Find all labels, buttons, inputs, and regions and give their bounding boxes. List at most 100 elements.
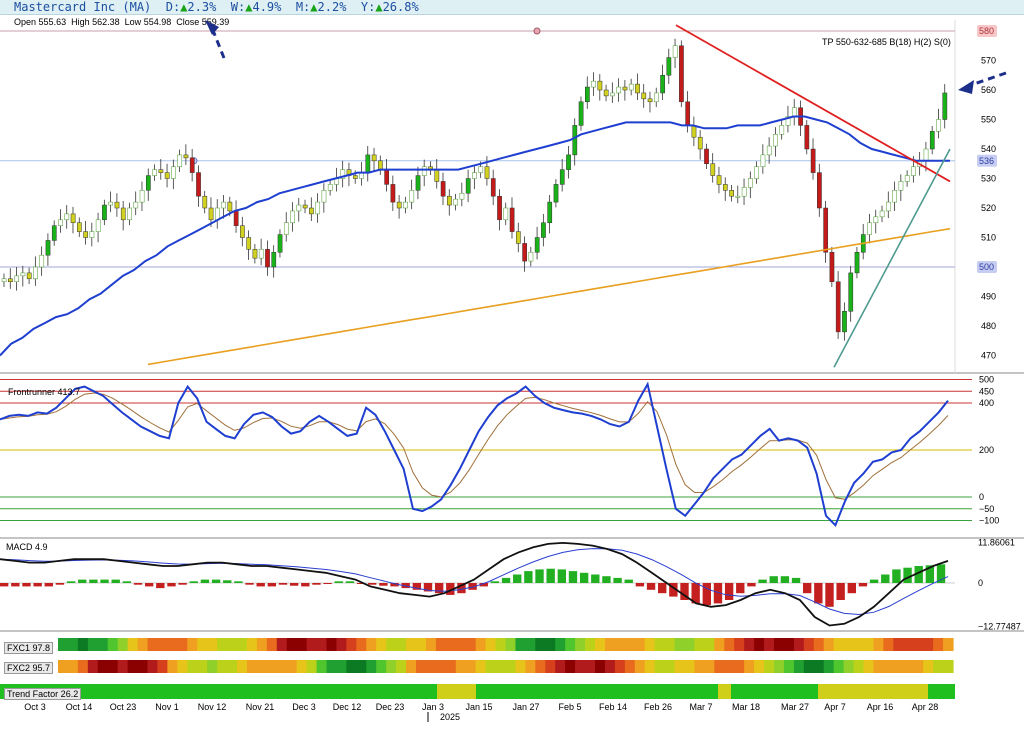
candle-body	[898, 181, 904, 191]
heat-cell	[336, 638, 347, 651]
heat-cell	[833, 638, 845, 651]
macd-bar	[22, 583, 31, 587]
candle-body	[867, 222, 872, 235]
level-marker	[533, 27, 541, 35]
x-axis-tick-label: Mar 7	[689, 702, 712, 712]
heat-cell	[704, 660, 715, 673]
macd-bar	[379, 583, 388, 586]
heat-cell	[77, 638, 89, 651]
candle-body	[177, 154, 183, 167]
candle-body	[779, 125, 785, 135]
price-tick-label: 520	[981, 203, 996, 213]
macd-bar	[524, 571, 533, 583]
macd-bar	[211, 579, 221, 583]
candle-body	[685, 101, 691, 126]
heat-cell	[396, 660, 407, 673]
macd-bar	[44, 583, 53, 587]
heat-cell	[505, 660, 517, 673]
arrow-icon	[958, 80, 974, 94]
heat-cell	[346, 660, 357, 673]
macd-bar	[847, 583, 856, 594]
heat-cell	[147, 638, 159, 651]
macd-tick-label: 11.86061	[978, 538, 1015, 548]
heat-cell	[843, 660, 855, 673]
x-axis-tick-label: Oct 3	[24, 702, 46, 712]
heat-cell	[843, 638, 855, 651]
heat-cell	[97, 660, 109, 673]
candle-body	[641, 92, 647, 100]
macd-label: MACD 4.9	[6, 542, 48, 552]
candle-body	[127, 207, 132, 221]
heat-cell	[187, 638, 198, 651]
heat-cell	[595, 660, 606, 673]
candle-body	[120, 207, 126, 221]
candle-body	[58, 219, 63, 226]
x-axis-tick-label: Mar 27	[781, 702, 809, 712]
heat-cell	[197, 638, 208, 651]
macd-bar	[579, 572, 589, 583]
heat-cell	[823, 638, 835, 651]
candle-body	[585, 86, 590, 103]
candle-body	[835, 281, 841, 333]
heat-cell	[744, 660, 755, 673]
trend-factor-strip	[0, 684, 955, 699]
candle-body	[754, 166, 760, 179]
heat-cell	[684, 660, 696, 673]
x-axis-tick-label: Apr 7	[824, 702, 846, 712]
heat-cell	[396, 638, 407, 651]
heat-cell	[774, 638, 785, 651]
macd-bar	[167, 583, 176, 587]
candle-body	[327, 184, 333, 191]
heat-cell	[435, 660, 447, 673]
trend-segment	[731, 684, 818, 699]
candle-body	[666, 57, 672, 76]
candle-body	[904, 175, 910, 182]
heat-cell	[813, 660, 825, 673]
candle-body	[384, 169, 390, 185]
heat-cell	[505, 638, 517, 651]
heat-cell	[525, 638, 536, 651]
candle-body	[139, 190, 145, 203]
heat-cell	[67, 660, 79, 673]
heat-cell	[157, 660, 168, 673]
candle-body	[271, 252, 277, 268]
macd-bar	[156, 583, 165, 589]
heat-cell	[774, 660, 785, 673]
x-axis-tick-label: Apr 28	[912, 702, 939, 712]
heat-cell	[714, 638, 725, 651]
heat-cell	[893, 660, 904, 673]
fxc2-label: FXC2 95.7	[4, 662, 54, 674]
stock-chart[interactable]: 470 480 490 500 510 520 530 540 550 560 570 580 536 5…	[0, 0, 1024, 735]
macd-bar	[368, 583, 377, 585]
candle-body	[33, 266, 38, 280]
macd-bar	[78, 579, 87, 583]
heat-cell	[585, 638, 596, 651]
heat-cell	[883, 660, 894, 673]
macd-bar	[803, 583, 812, 594]
macd-bar	[825, 583, 834, 607]
heat-cell	[535, 660, 546, 673]
macd-bar	[33, 583, 42, 587]
heat-cell	[823, 660, 835, 673]
frontrunner-label: Frontrunner 413.7	[8, 387, 81, 397]
candle-body	[240, 225, 245, 238]
heat-cell	[674, 660, 686, 673]
candle-body	[823, 207, 829, 253]
candle-body	[465, 178, 471, 194]
candle-body	[628, 83, 634, 91]
heat-cell	[356, 638, 367, 651]
macd-bar	[133, 583, 143, 585]
macd-bar	[501, 577, 511, 583]
frontrunner-tick-label: 400	[979, 398, 994, 408]
macd-bar	[791, 577, 801, 583]
heat-cell	[167, 660, 178, 673]
candle-body	[108, 201, 114, 206]
heat-cell	[585, 660, 596, 673]
heat-cell	[555, 660, 566, 673]
heat-cell	[515, 660, 526, 673]
candle-body	[64, 213, 70, 221]
heat-cell	[634, 638, 646, 651]
heat-cell	[913, 638, 924, 651]
candle-body	[302, 204, 308, 209]
candle-body	[936, 119, 941, 132]
